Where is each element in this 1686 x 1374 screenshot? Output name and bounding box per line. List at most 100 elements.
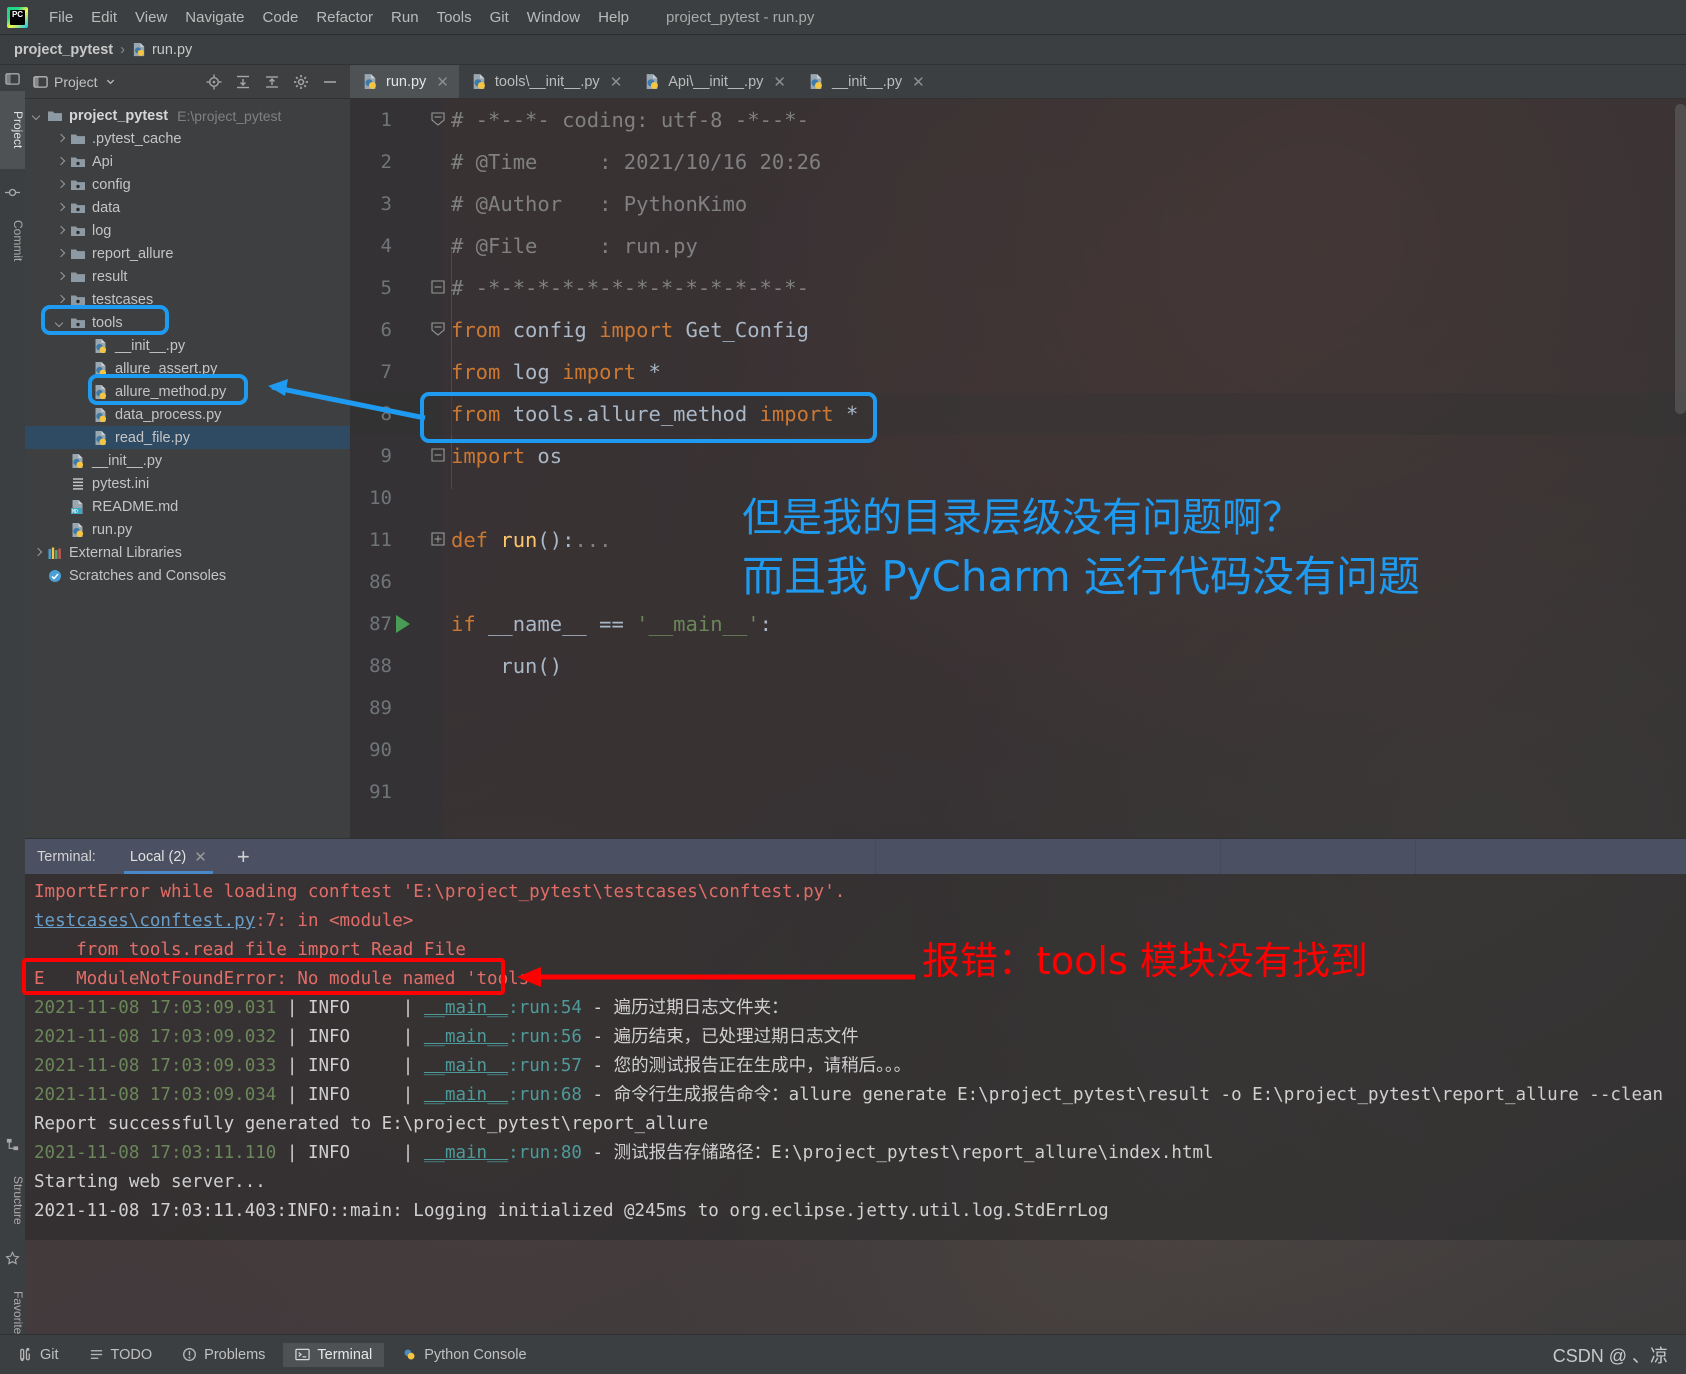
code-line-2[interactable]: 2 # @Time : 2021/10/16 20:26 (350, 141, 1686, 183)
code-line-89[interactable]: 89 (350, 687, 1686, 729)
menu-code[interactable]: Code (253, 6, 307, 29)
editor-tab-run-py[interactable]: run.py ✕ (350, 65, 459, 98)
tree-node--init-py[interactable]: __init__.py (25, 449, 350, 472)
tree-node-data[interactable]: data (25, 196, 350, 219)
tree-node-pytest-ini[interactable]: pytest.ini (25, 472, 350, 495)
tree-node-allure-assert-py[interactable]: allure_assert.py (25, 357, 350, 380)
fold-collapse-icon[interactable] (431, 322, 445, 336)
menu-view[interactable]: View (126, 6, 176, 29)
status-item-todo[interactable]: TODO (77, 1343, 165, 1367)
editor-tab--init-py[interactable]: __init__.py ✕ (796, 65, 935, 98)
breadcrumb-file[interactable]: run.py (152, 42, 192, 58)
code-editor[interactable]: 1 # -*--*- coding: utf-8 -*--*- 2 # @Time … (350, 99, 1686, 838)
code-text: # -*-*-*-*-*-*-*-*-*-*-*-*-*- (451, 276, 809, 300)
tree-node--init-py[interactable]: __init__.py (25, 334, 350, 357)
code-line-4[interactable]: 4 # @File : run.py (350, 225, 1686, 267)
terminal-tab-local[interactable]: Local (2) ✕ (122, 839, 215, 874)
chevron-right-icon[interactable] (31, 546, 44, 559)
code-line-88[interactable]: 88 run() (350, 645, 1686, 687)
tree-node-readme-md[interactable]: MD README.md (25, 495, 350, 518)
tree-node-log[interactable]: log (25, 219, 350, 242)
chevron-down-icon[interactable] (54, 316, 67, 329)
menu-refactor[interactable]: Refactor (307, 6, 382, 29)
tree-node-testcases[interactable]: testcases (25, 288, 350, 311)
editor-scrollbar[interactable] (1675, 104, 1686, 414)
add-terminal-button[interactable]: + (237, 845, 250, 868)
tree-node-data-process-py[interactable]: data_process.py (25, 403, 350, 426)
project-panel-title[interactable]: Project (54, 74, 98, 90)
code-text: # -*-*-*-*-*-*-*-*-*-*-*-*-*- (451, 267, 809, 309)
code-line-9[interactable]: 9 import os (350, 435, 1686, 477)
code-line-1[interactable]: 1 # -*--*- coding: utf-8 -*--*- (350, 99, 1686, 141)
tree-node-report-allure[interactable]: report_allure (25, 242, 350, 265)
tree-node-read-file-py[interactable]: read_file.py (25, 426, 350, 449)
close-icon[interactable]: ✕ (773, 73, 786, 91)
chevron-right-icon[interactable] (54, 132, 67, 145)
close-icon[interactable]: ✕ (610, 73, 623, 91)
code-lines[interactable]: 1 # -*--*- coding: utf-8 -*--*- 2 # @Time … (350, 99, 1686, 838)
close-icon[interactable]: ✕ (912, 73, 925, 91)
status-item-git[interactable]: Git (6, 1343, 71, 1367)
sidebar-tab-commit[interactable]: Commit (0, 205, 25, 277)
hide-panel-icon[interactable] (322, 74, 338, 90)
code-line-10[interactable]: 10 (350, 477, 1686, 519)
tree-node-external-libraries[interactable]: External Libraries (25, 541, 350, 564)
code-line-3[interactable]: 3 # @Author : PythonKimo (350, 183, 1686, 225)
tree-node-result[interactable]: result (25, 265, 350, 288)
code-line-7[interactable]: 7 from log import * (350, 351, 1686, 393)
status-item-problems[interactable]: Problems (170, 1343, 277, 1367)
gear-icon[interactable] (293, 74, 309, 90)
code-line-87[interactable]: 87 if __name__ == '__main__': (350, 603, 1686, 645)
status-item-python-console[interactable]: Python Console (390, 1343, 538, 1367)
editor-tab-api-init-py[interactable]: Api\__init__.py ✕ (632, 65, 796, 98)
chevron-down-icon[interactable] (31, 109, 44, 122)
tree-node-api[interactable]: Api (25, 150, 350, 173)
code-line-8[interactable]: 8 from tools.allure_method import * (350, 393, 1686, 435)
tree-node-allure-method-py[interactable]: allure_method.py (25, 380, 350, 403)
chevron-right-icon[interactable] (54, 178, 67, 191)
chevron-down-icon[interactable] (105, 76, 116, 87)
locate-target-icon[interactable] (206, 74, 222, 90)
tree-node-scratches-and-consoles[interactable]: Scratches and Consoles (25, 564, 350, 587)
tree-node-tools[interactable]: tools (25, 311, 350, 334)
tree-node-config[interactable]: config (25, 173, 350, 196)
close-icon[interactable]: ✕ (194, 848, 207, 866)
run-gutter-icon[interactable] (396, 615, 410, 633)
sidebar-tab-structure[interactable]: Structure (0, 1157, 25, 1243)
collapse-all-icon[interactable] (264, 74, 280, 90)
fold-collapse-icon[interactable] (431, 112, 445, 126)
status-item-terminal[interactable]: Terminal (283, 1342, 385, 1367)
code-line-86[interactable]: 86 (350, 561, 1686, 603)
close-icon[interactable]: ✕ (436, 73, 449, 91)
tree-node-run-py[interactable]: run.py (25, 518, 350, 541)
sidebar-tab-project[interactable]: Project (0, 91, 25, 169)
editor-tab-tools-init-py[interactable]: tools\__init__.py ✕ (459, 65, 632, 98)
code-line-91[interactable]: 91 (350, 771, 1686, 813)
code-line-90[interactable]: 90 (350, 729, 1686, 771)
fold-end-icon[interactable] (431, 280, 445, 294)
chevron-right-icon[interactable] (54, 201, 67, 214)
breadcrumb-project[interactable]: project_pytest (14, 42, 113, 58)
expand-all-icon[interactable] (235, 74, 251, 90)
menu-window[interactable]: Window (518, 6, 589, 29)
chevron-right-icon[interactable] (54, 293, 67, 306)
menu-file[interactable]: File (40, 6, 82, 29)
tree-node-project-pytest[interactable]: project_pytest E:\project_pytest (25, 104, 350, 127)
code-line-11[interactable]: 11 def run():... (350, 519, 1686, 561)
menu-edit[interactable]: Edit (82, 6, 126, 29)
code-line-5[interactable]: 5 # -*-*-*-*-*-*-*-*-*-*-*-*-*- (350, 267, 1686, 309)
menu-navigate[interactable]: Navigate (176, 6, 253, 29)
menu-run[interactable]: Run (382, 6, 428, 29)
code-line-6[interactable]: 6 from config import Get_Config (350, 309, 1686, 351)
fold-expand-icon[interactable] (431, 532, 445, 546)
terminal-output[interactable]: ImportError while loading conftest 'E:\p… (25, 874, 1686, 1240)
menu-help[interactable]: Help (589, 6, 638, 29)
chevron-right-icon[interactable] (54, 270, 67, 283)
chevron-right-icon[interactable] (54, 224, 67, 237)
tree-node--pytest-cache[interactable]: .pytest_cache (25, 127, 350, 150)
chevron-right-icon[interactable] (54, 247, 67, 260)
menu-git[interactable]: Git (481, 6, 518, 29)
chevron-right-icon[interactable] (54, 155, 67, 168)
menu-tools[interactable]: Tools (428, 6, 481, 29)
fold-end-icon[interactable] (431, 448, 445, 462)
